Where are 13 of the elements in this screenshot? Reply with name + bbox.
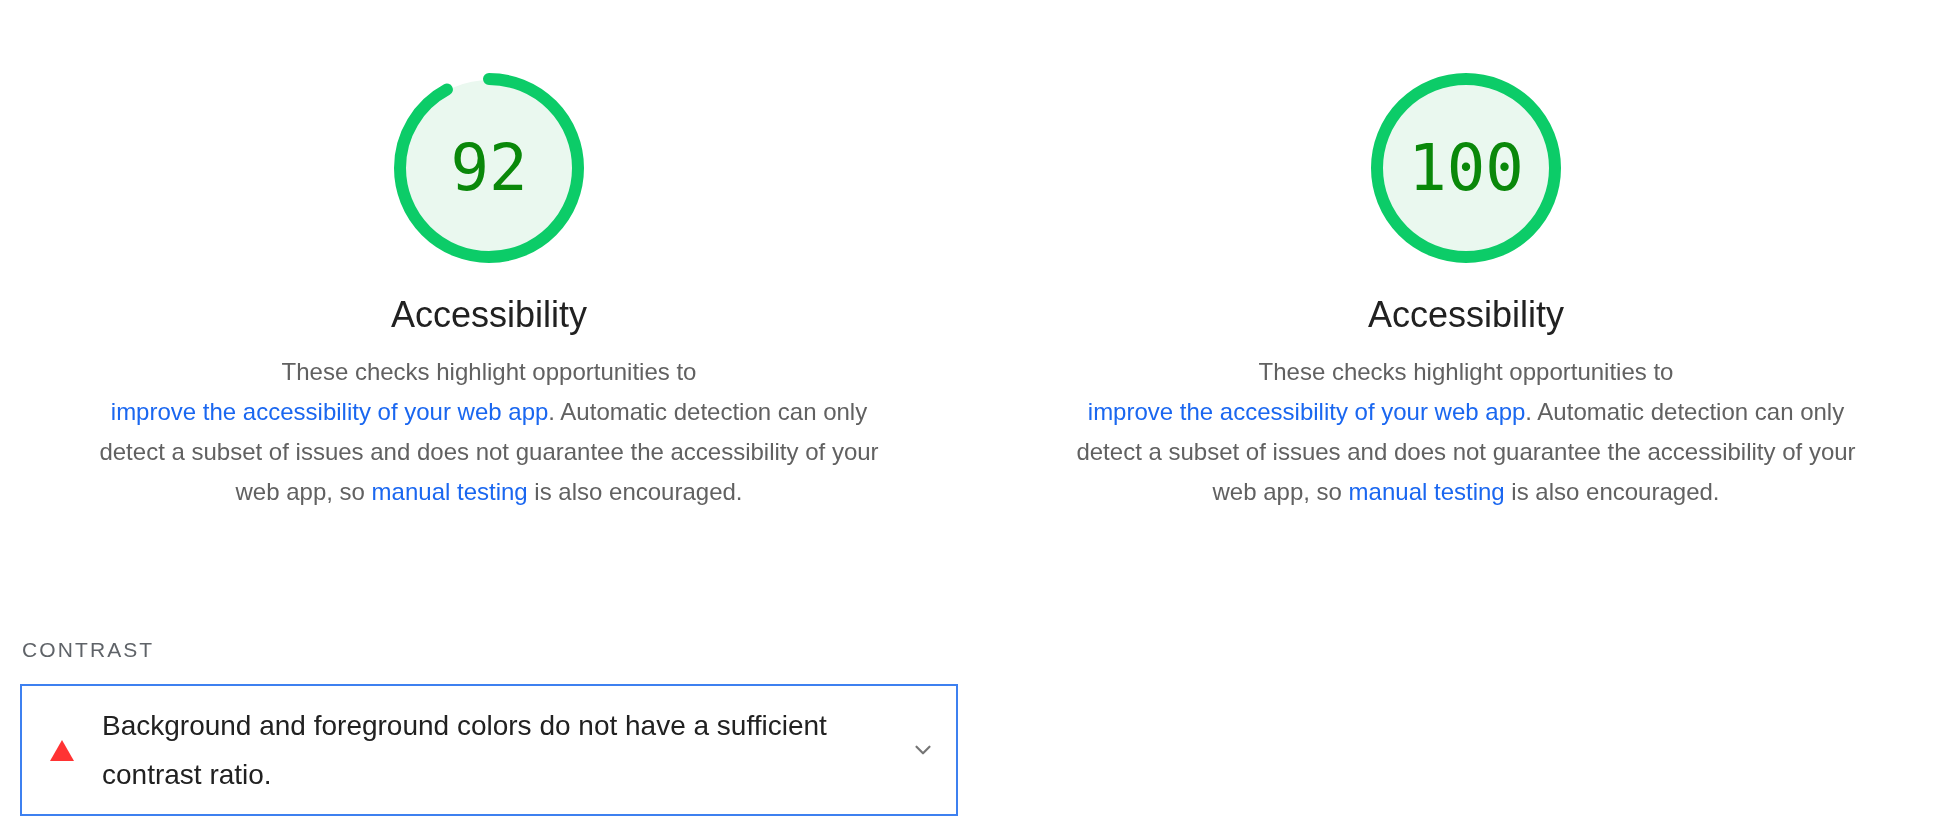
audit-item[interactable]: Background and foreground colors do not have a sufficient contrast ratio. xyxy=(20,684,958,816)
triangle-icon xyxy=(50,739,74,761)
group-heading: CONTRAST xyxy=(22,637,155,663)
gauge-description: These checks highlight opportunities to improve the accessibility of your web app. Automatic detection can only detect a subset of issues and does not guarantee the accessibility of your web app, so manual testing is also encouraged. xyxy=(1075,357,1857,507)
description-link[interactable]: manual testing xyxy=(1348,478,1505,505)
gauge-score: 92 xyxy=(450,136,528,200)
category-title: Accessibility xyxy=(390,294,588,336)
gauge-description: These checks highlight opportunities to improve the accessibility of your web app. Automatic detection can only detect a subset of issues and does not guarantee the accessibility of your web app, so manual testing is also encouraged. xyxy=(98,357,880,507)
description-link[interactable]: manual testing xyxy=(371,478,528,505)
description-link[interactable]: improve the accessibility of your web app xyxy=(110,398,549,425)
description-link[interactable]: improve the accessibility of your web app xyxy=(1087,398,1526,425)
category-title: Accessibility xyxy=(1367,294,1565,336)
gauge-score: 100 xyxy=(1408,136,1524,200)
